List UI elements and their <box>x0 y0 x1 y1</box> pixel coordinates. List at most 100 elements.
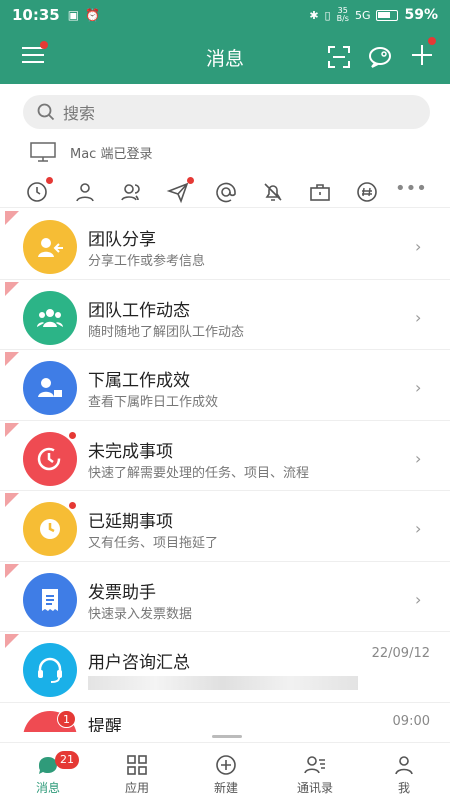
menu-button[interactable] <box>22 41 48 65</box>
messages-screen: 10:35 ▣ ⏰ ✱ ▯ 35 B/s 5G 59% 消息 搜索 Mac 端已… <box>0 0 450 800</box>
chat-bubble-icon <box>369 47 391 68</box>
at-icon <box>216 182 236 203</box>
status-left-icons: ▣ ⏰ <box>68 8 100 22</box>
item-subtitle: 分享工作或参考信息 <box>88 254 206 269</box>
share-icon <box>23 220 77 274</box>
add-button[interactable] <box>410 37 436 67</box>
login-notice[interactable]: Mac 端已登录 <box>30 140 152 164</box>
tab-label: 我 <box>397 781 410 795</box>
notification-icon: ▣ <box>67 8 80 22</box>
pin-flag <box>5 634 19 648</box>
hashtag-icon <box>357 182 377 202</box>
vibrate-icon: ▯ <box>324 8 331 22</box>
monitor-icon <box>30 142 56 162</box>
item-subtitle: 又有任务、项目拖延了 <box>88 536 219 551</box>
status-right: ✱ ▯ 35 B/s 5G 59% <box>309 7 438 24</box>
item-title: 发票助手 <box>88 582 156 603</box>
unread-dot <box>68 501 77 510</box>
list-item[interactable]: 团队分享 分享工作或参考信息 › <box>0 209 450 280</box>
item-subtitle: 查看下属昨日工作成效 <box>88 395 219 410</box>
share-glyph <box>38 238 63 257</box>
tab-label: 消息 <box>35 781 60 795</box>
report-icon <box>23 361 77 415</box>
item-subtitle: 随时随地了解团队工作动态 <box>88 324 245 340</box>
tab-label: 应用 <box>124 781 149 795</box>
clock-glyph <box>37 447 61 470</box>
clock-icon <box>23 431 77 486</box>
tab-new[interactable]: 新建 <box>191 753 261 796</box>
search-placeholder: 搜索 <box>63 104 96 123</box>
team-icon <box>23 290 77 345</box>
pin-flag <box>5 352 19 366</box>
quick-mention[interactable] <box>214 180 238 204</box>
status-bar: 10:35 ▣ ⏰ ✱ ▯ 35 B/s 5G 59% <box>0 0 450 30</box>
list-item[interactable]: 已延期事项 又有任务、项目拖延了 › <box>0 491 450 562</box>
quick-mute[interactable] <box>261 180 285 204</box>
message-list: 团队分享 分享工作或参考信息 › 团队工作动态 随时随地了解团队工作动态 › 下… <box>0 209 450 703</box>
clock-icon <box>27 182 47 202</box>
item-title: 提醒 <box>88 717 122 732</box>
more-icon[interactable]: ••• <box>395 180 427 204</box>
group-icon <box>121 184 140 201</box>
quick-send[interactable] <box>166 177 194 204</box>
item-subtitle: 快速了解需要处理的任务、项目、流程 <box>88 465 310 481</box>
recent-dot <box>46 177 53 184</box>
chevron-right-icon: › <box>415 448 422 468</box>
list-item[interactable]: 用户咨询汇总 22/09/12 <box>0 632 450 703</box>
chevron-right-icon: › <box>415 307 422 327</box>
quick-person[interactable] <box>73 180 97 204</box>
menu-notification-dot <box>40 41 48 49</box>
add-notification-dot <box>428 37 436 45</box>
item-time: 09:00 <box>392 714 430 729</box>
pin-flag <box>5 211 19 225</box>
contacts-icon <box>304 756 325 774</box>
item-title: 团队工作动态 <box>88 300 190 321</box>
quick-group[interactable] <box>119 180 143 204</box>
send-dot <box>187 177 194 184</box>
network-speed: 35 B/s <box>337 7 349 23</box>
item-title: 下属工作成效 <box>88 371 190 391</box>
battery-percent: 59% <box>404 7 438 23</box>
scan-button[interactable] <box>328 46 350 68</box>
list-item[interactable]: 团队工作动态 随时随地了解团队工作动态 › <box>0 280 450 350</box>
unread-dot <box>68 430 77 440</box>
headset-icon <box>23 643 77 697</box>
list-item[interactable]: 1 提醒 09:00 <box>0 702 450 732</box>
chat-button[interactable] <box>368 45 392 69</box>
quick-work[interactable] <box>308 180 332 204</box>
chevron-right-icon: › <box>415 378 422 397</box>
tab-me[interactable]: 我 <box>369 753 439 796</box>
app-header: 消息 <box>0 30 450 84</box>
list-item[interactable]: 未完成事项 快速了解需要处理的任务、项目、流程 › <box>0 421 450 491</box>
team-glyph <box>37 308 63 327</box>
quick-topic[interactable] <box>355 180 379 204</box>
battery-icon <box>376 9 399 21</box>
item-date: 22/09/12 <box>371 646 430 661</box>
scan-icon <box>328 46 350 68</box>
list-item[interactable]: 下属工作成效 查看下属昨日工作成效 › <box>0 350 450 421</box>
bottom-tab-bar: 消息 21 应用 新建 通讯录 我 <box>0 742 450 800</box>
login-notice-text: Mac 端已登录 <box>70 146 153 162</box>
item-title: 已延期事项 <box>88 512 173 532</box>
tab-apps[interactable]: 应用 <box>102 753 172 796</box>
alarm-icon: ⏰ <box>85 8 101 22</box>
tab-label: 通讯录 <box>296 781 333 795</box>
send-icon <box>166 182 189 204</box>
person-icon <box>76 183 94 202</box>
sheet-handle[interactable] <box>212 735 242 738</box>
tab-messages[interactable]: 消息 21 <box>13 751 83 796</box>
unread-count-badge: 1 <box>57 710 76 728</box>
search-bar[interactable]: 搜索 <box>23 95 430 129</box>
invoice-icon <box>23 572 77 627</box>
search-icon <box>37 103 55 121</box>
headset-glyph <box>38 657 62 683</box>
quick-recent[interactable] <box>25 177 53 204</box>
signal-icon: 5G <box>354 8 371 22</box>
pin-flag <box>5 493 19 507</box>
tab-contacts[interactable]: 通讯录 <box>280 753 350 796</box>
clock-icon <box>23 502 77 556</box>
chevron-right-icon: › <box>415 519 422 538</box>
report-glyph <box>38 378 62 397</box>
list-item[interactable]: 发票助手 快速录入发票数据 › <box>0 562 450 632</box>
grid-icon <box>127 755 147 775</box>
